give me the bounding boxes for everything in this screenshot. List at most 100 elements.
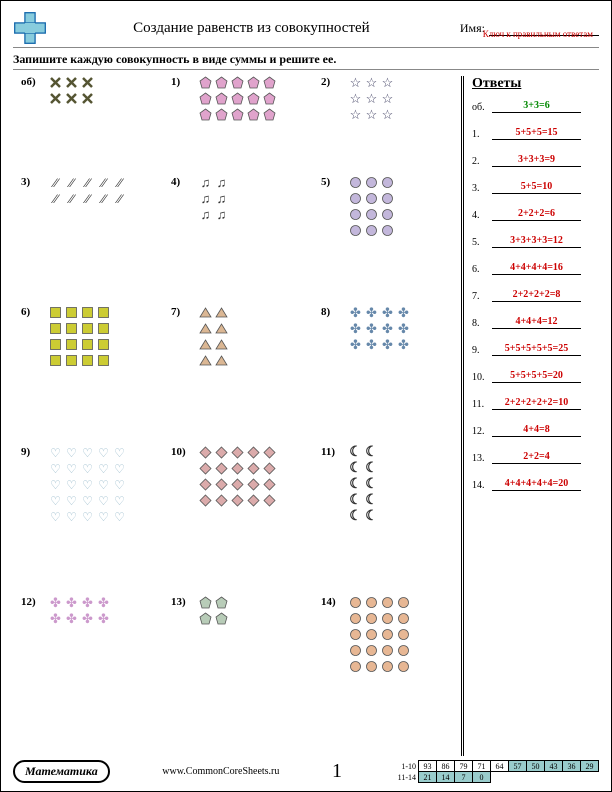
answer-number: 8. bbox=[472, 318, 492, 329]
pent-icon bbox=[199, 612, 212, 625]
score-cell: 86 bbox=[436, 761, 454, 772]
moon-icon: ☾ bbox=[349, 510, 362, 523]
heart-icon: ♡ bbox=[49, 462, 62, 475]
heart-icon: ♡ bbox=[97, 494, 110, 507]
x-icon bbox=[65, 76, 78, 89]
circ-icon bbox=[349, 596, 362, 609]
pent-icon bbox=[231, 92, 244, 105]
pent-icon bbox=[247, 92, 260, 105]
moon-icon: ☾ bbox=[365, 446, 378, 459]
answer-row: 7.2+2+2+2=8 bbox=[472, 289, 581, 302]
star-icon: ☆ bbox=[381, 108, 394, 121]
heart-icon: ♡ bbox=[81, 478, 94, 491]
shape-array bbox=[349, 176, 394, 237]
shape-array bbox=[199, 306, 228, 367]
heart-icon: ♡ bbox=[97, 510, 110, 523]
club-icon: ✤ bbox=[397, 338, 410, 351]
diam-icon bbox=[231, 446, 244, 459]
circ-icon bbox=[365, 192, 378, 205]
answer-number: 5. bbox=[472, 237, 492, 248]
club-icon: ✤ bbox=[365, 338, 378, 351]
shape-array: ✤✤✤✤✤✤✤✤ bbox=[49, 596, 110, 625]
problem-label: 4) bbox=[171, 176, 180, 188]
tri-icon bbox=[215, 322, 228, 335]
sq-icon bbox=[65, 322, 78, 335]
pent-icon bbox=[215, 76, 228, 89]
note-icon: ♫ bbox=[215, 176, 228, 189]
worksheet-page: Создание равенств из совокупностей Имя: … bbox=[0, 0, 612, 792]
diam-icon bbox=[199, 446, 212, 459]
answer-value: 2+2+2+2+2=10 bbox=[492, 397, 581, 410]
star-icon: ☆ bbox=[365, 108, 378, 121]
answer-value: 5+5=10 bbox=[492, 181, 581, 194]
problem-13: 13) bbox=[173, 596, 228, 625]
shape-array bbox=[199, 76, 276, 121]
moon-icon: ☾ bbox=[365, 510, 378, 523]
problem-label: 8) bbox=[321, 306, 330, 318]
answers-panel: Ответы об.3+3=61.5+5+5=152.3+3+3=93.5+5=… bbox=[461, 76, 581, 756]
circ-icon bbox=[349, 628, 362, 641]
circ-icon bbox=[349, 208, 362, 221]
circ-icon bbox=[365, 660, 378, 673]
diam-icon bbox=[199, 494, 212, 507]
score-cell: 50 bbox=[526, 761, 544, 772]
heart-icon: ♡ bbox=[65, 494, 78, 507]
club-icon: ✤ bbox=[365, 306, 378, 319]
x-icon bbox=[81, 92, 94, 105]
x-icon bbox=[65, 92, 78, 105]
problem-label: 11) bbox=[321, 446, 335, 458]
sq-icon bbox=[65, 306, 78, 319]
answer-value: 5+5+5=15 bbox=[492, 127, 581, 140]
circ-icon bbox=[381, 644, 394, 657]
diam-icon bbox=[199, 478, 212, 491]
tri-icon bbox=[215, 338, 228, 351]
answers-title: Ответы bbox=[472, 76, 581, 92]
score-cell: 79 bbox=[454, 761, 472, 772]
answer-row: 13.2+2=4 bbox=[472, 451, 581, 464]
answer-key-label: Ключ к правильным ответам bbox=[483, 29, 593, 39]
pent-icon bbox=[215, 108, 228, 121]
footer: Математика www.CommonCoreSheets.ru 1 1-1… bbox=[13, 760, 599, 783]
slash-icon: ⁄⁄ bbox=[81, 176, 94, 189]
x-icon bbox=[49, 76, 62, 89]
star-icon: ☆ bbox=[381, 92, 394, 105]
star-icon: ☆ bbox=[381, 76, 394, 89]
note-icon: ♫ bbox=[215, 192, 228, 205]
club-icon: ✤ bbox=[65, 596, 78, 609]
heart-icon: ♡ bbox=[81, 510, 94, 523]
tri-icon bbox=[199, 354, 212, 367]
answer-value: 2+2=4 bbox=[492, 451, 581, 464]
problem-10: 10) bbox=[173, 446, 276, 507]
score-grid: 1-109386797164575043362911-14211470 bbox=[394, 760, 599, 783]
answer-number: 14. bbox=[472, 480, 492, 491]
source-url: www.CommonCoreSheets.ru bbox=[162, 766, 279, 777]
answer-row: 12.4+4=8 bbox=[472, 424, 581, 437]
pent-icon bbox=[263, 108, 276, 121]
heart-icon: ♡ bbox=[49, 510, 62, 523]
heart-icon: ♡ bbox=[113, 462, 126, 475]
instruction-text: Запишите каждую совокупность в виде сумм… bbox=[13, 52, 599, 70]
moon-icon: ☾ bbox=[349, 446, 362, 459]
tri-icon bbox=[215, 306, 228, 319]
score-cell: 36 bbox=[562, 761, 580, 772]
score-cell: 93 bbox=[418, 761, 436, 772]
problem-11: 11)☾☾☾☾☾☾☾☾☾☾ bbox=[323, 446, 378, 523]
circ-icon bbox=[349, 224, 362, 237]
heart-icon: ♡ bbox=[81, 446, 94, 459]
answer-value: 2+2+2+2=8 bbox=[492, 289, 581, 302]
heart-icon: ♡ bbox=[49, 446, 62, 459]
problem-0: об) bbox=[23, 76, 94, 105]
diam-icon bbox=[215, 494, 228, 507]
page-number: 1 bbox=[332, 760, 342, 783]
note-icon: ♫ bbox=[199, 192, 212, 205]
answer-number: 2. bbox=[472, 156, 492, 167]
club-icon: ✤ bbox=[49, 596, 62, 609]
heart-icon: ♡ bbox=[81, 494, 94, 507]
answers-list: об.3+3=61.5+5+5=152.3+3+3=93.5+5=104.2+2… bbox=[472, 100, 581, 491]
tri-icon bbox=[199, 322, 212, 335]
score-range-label: 1-10 bbox=[394, 761, 418, 772]
moon-icon: ☾ bbox=[349, 478, 362, 491]
shape-array bbox=[199, 596, 228, 625]
pent-icon bbox=[199, 92, 212, 105]
slash-icon: ⁄⁄ bbox=[97, 192, 110, 205]
